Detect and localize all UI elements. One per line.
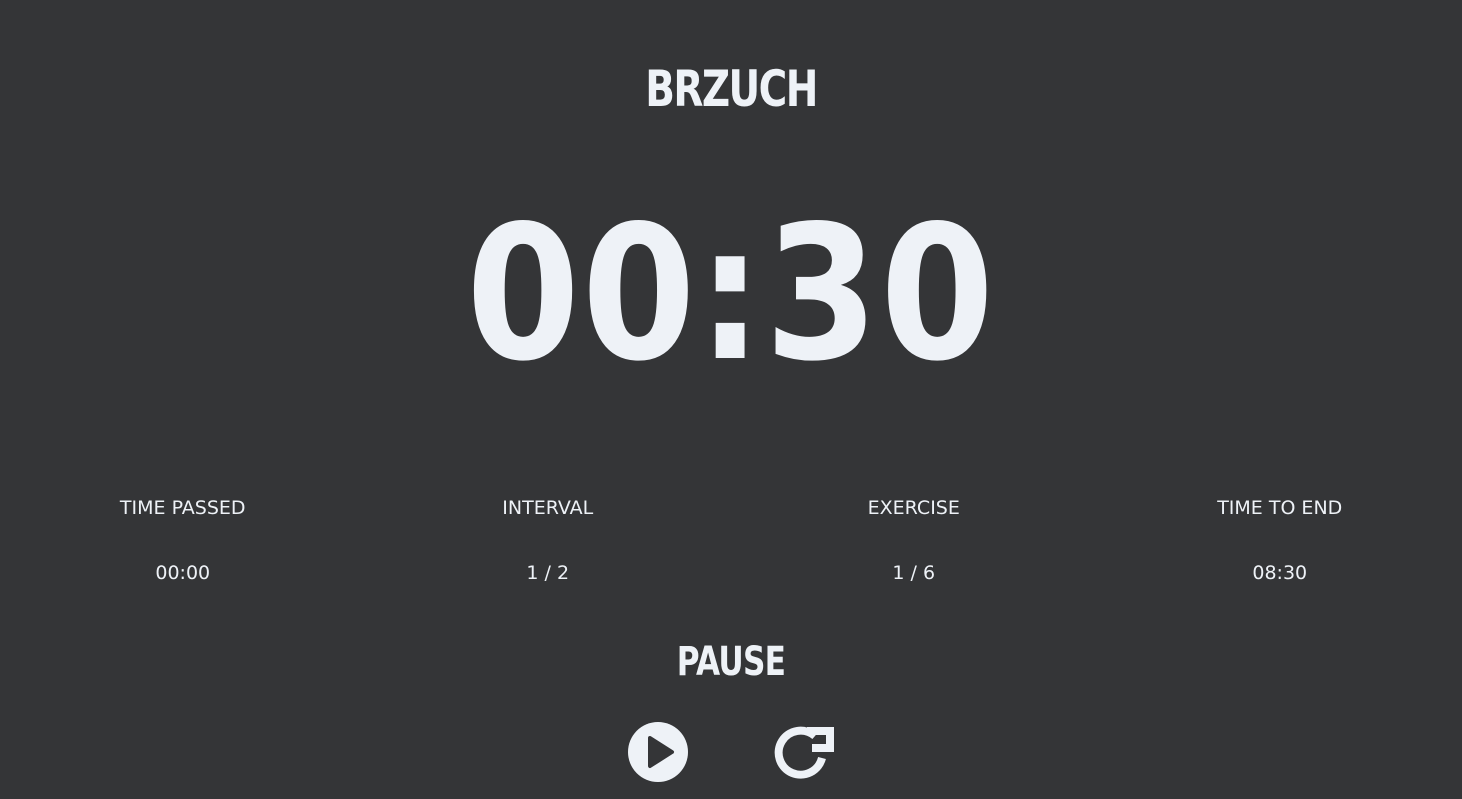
stat-time-passed: TIME PASSED 00:00 — [0, 494, 366, 587]
status-label: PAUSE — [676, 639, 786, 685]
restart-icon — [774, 726, 834, 779]
stat-value: 1 / 6 — [892, 562, 936, 584]
stat-label: TIME PASSED — [119, 497, 246, 519]
stat-label: INTERVAL — [502, 497, 594, 519]
stats-row: TIME PASSED 00:00 INTERVAL 1 / 2 EXERCIS… — [0, 494, 1462, 594]
stat-time-to-end: TIME TO END 08:30 — [1097, 494, 1462, 587]
stat-label: EXERCISE — [867, 497, 960, 519]
play-icon — [628, 722, 688, 782]
stat-value: 00:00 — [155, 562, 211, 584]
restart-button[interactable] — [772, 720, 836, 784]
play-button[interactable] — [626, 720, 690, 784]
stat-value: 1 / 2 — [526, 562, 570, 584]
stat-interval: INTERVAL 1 / 2 — [365, 494, 731, 587]
countdown-timer: 00:30 — [466, 185, 996, 402]
stat-label: TIME TO END — [1217, 497, 1343, 519]
workout-title: BRZUCH — [645, 60, 818, 118]
stat-exercise: EXERCISE 1 / 6 — [731, 494, 1097, 587]
stat-value: 08:30 — [1252, 562, 1308, 584]
